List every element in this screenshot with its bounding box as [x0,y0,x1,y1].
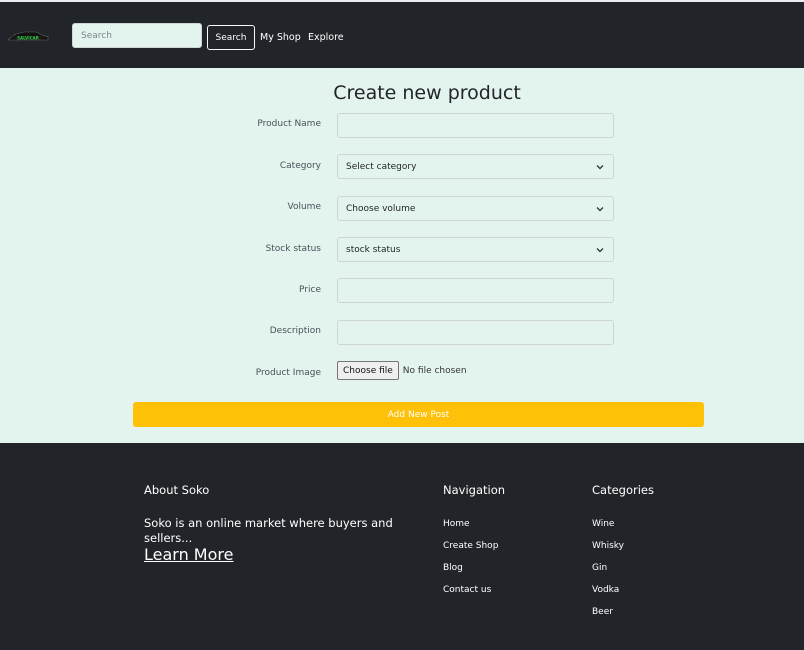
list-item: Home [443,519,498,541]
chevron-down-icon [596,164,604,169]
nav-link-explore[interactable]: Explore [308,32,344,43]
navigation-heading: Navigation [443,483,506,497]
footer-link-gin[interactable]: Gin [592,563,607,573]
page-title: Create new product [333,82,521,104]
list-item: Blog [443,563,498,585]
search-button[interactable]: Search [207,25,255,50]
footer-link-vodka[interactable]: Vodka [592,585,619,595]
about-text: Soko is an online market where buyers an… [144,516,393,545]
choose-file-button[interactable]: Choose file [337,361,399,380]
file-status-text: No file chosen [402,365,467,376]
category-select-value: Select category [346,161,417,172]
navbar: SALVICAR Search My Shop Explore [0,2,804,68]
learn-more-link[interactable]: Learn More [144,545,233,564]
categories-list: Wine Whisky Gin Vodka Beer [592,519,624,629]
list-item: Create Shop [443,541,498,563]
car-logo-icon[interactable]: SALVICAR [6,28,50,44]
footer-link-create-shop[interactable]: Create Shop [443,541,498,551]
footer-link-contact-us[interactable]: Contact us [443,585,491,595]
create-product-section: Create new product Product Name Category… [0,68,804,443]
volume-select-value: Choose volume [346,203,416,214]
product-image-label: Product Image [255,368,321,378]
list-item: Contact us [443,585,498,607]
list-item: Wine [592,519,624,541]
footer-link-blog[interactable]: Blog [443,563,463,573]
stock-status-select-value: stock status [346,244,401,255]
nav-link-my-shop[interactable]: My Shop [260,32,301,43]
price-label: Price [299,285,321,295]
list-item: Whisky [592,541,624,563]
list-item: Vodka [592,585,624,607]
footer-link-home[interactable]: Home [443,519,470,529]
stock-status-select[interactable]: stock status [337,237,614,262]
description-label: Description [269,326,321,336]
price-input[interactable] [337,278,614,303]
product-image-file-input: Choose file No file chosen [337,361,467,380]
volume-label: Volume [287,202,321,212]
about-heading: About Soko [144,483,210,497]
category-label: Category [279,161,321,171]
search-input[interactable] [72,23,202,48]
footer-link-wine[interactable]: Wine [592,519,614,529]
chevron-down-icon [596,247,604,252]
footer-link-beer[interactable]: Beer [592,607,613,617]
product-name-label: Product Name [257,119,321,129]
chevron-down-icon [596,206,604,211]
categories-heading: Categories [592,483,654,497]
volume-select[interactable]: Choose volume [337,196,614,221]
list-item: Gin [592,563,624,585]
footer: About Soko Soko is an online market wher… [0,443,804,650]
add-new-post-button[interactable]: Add New Post [133,402,704,427]
category-select[interactable]: Select category [337,154,614,179]
list-item: Beer [592,607,624,629]
navigation-list: Home Create Shop Blog Contact us [443,519,498,607]
stock-status-label: Stock status [265,244,321,254]
description-input[interactable] [337,320,614,345]
product-name-input[interactable] [337,113,614,138]
svg-text:SALVICAR: SALVICAR [17,35,39,40]
footer-link-whisky[interactable]: Whisky [592,541,624,551]
